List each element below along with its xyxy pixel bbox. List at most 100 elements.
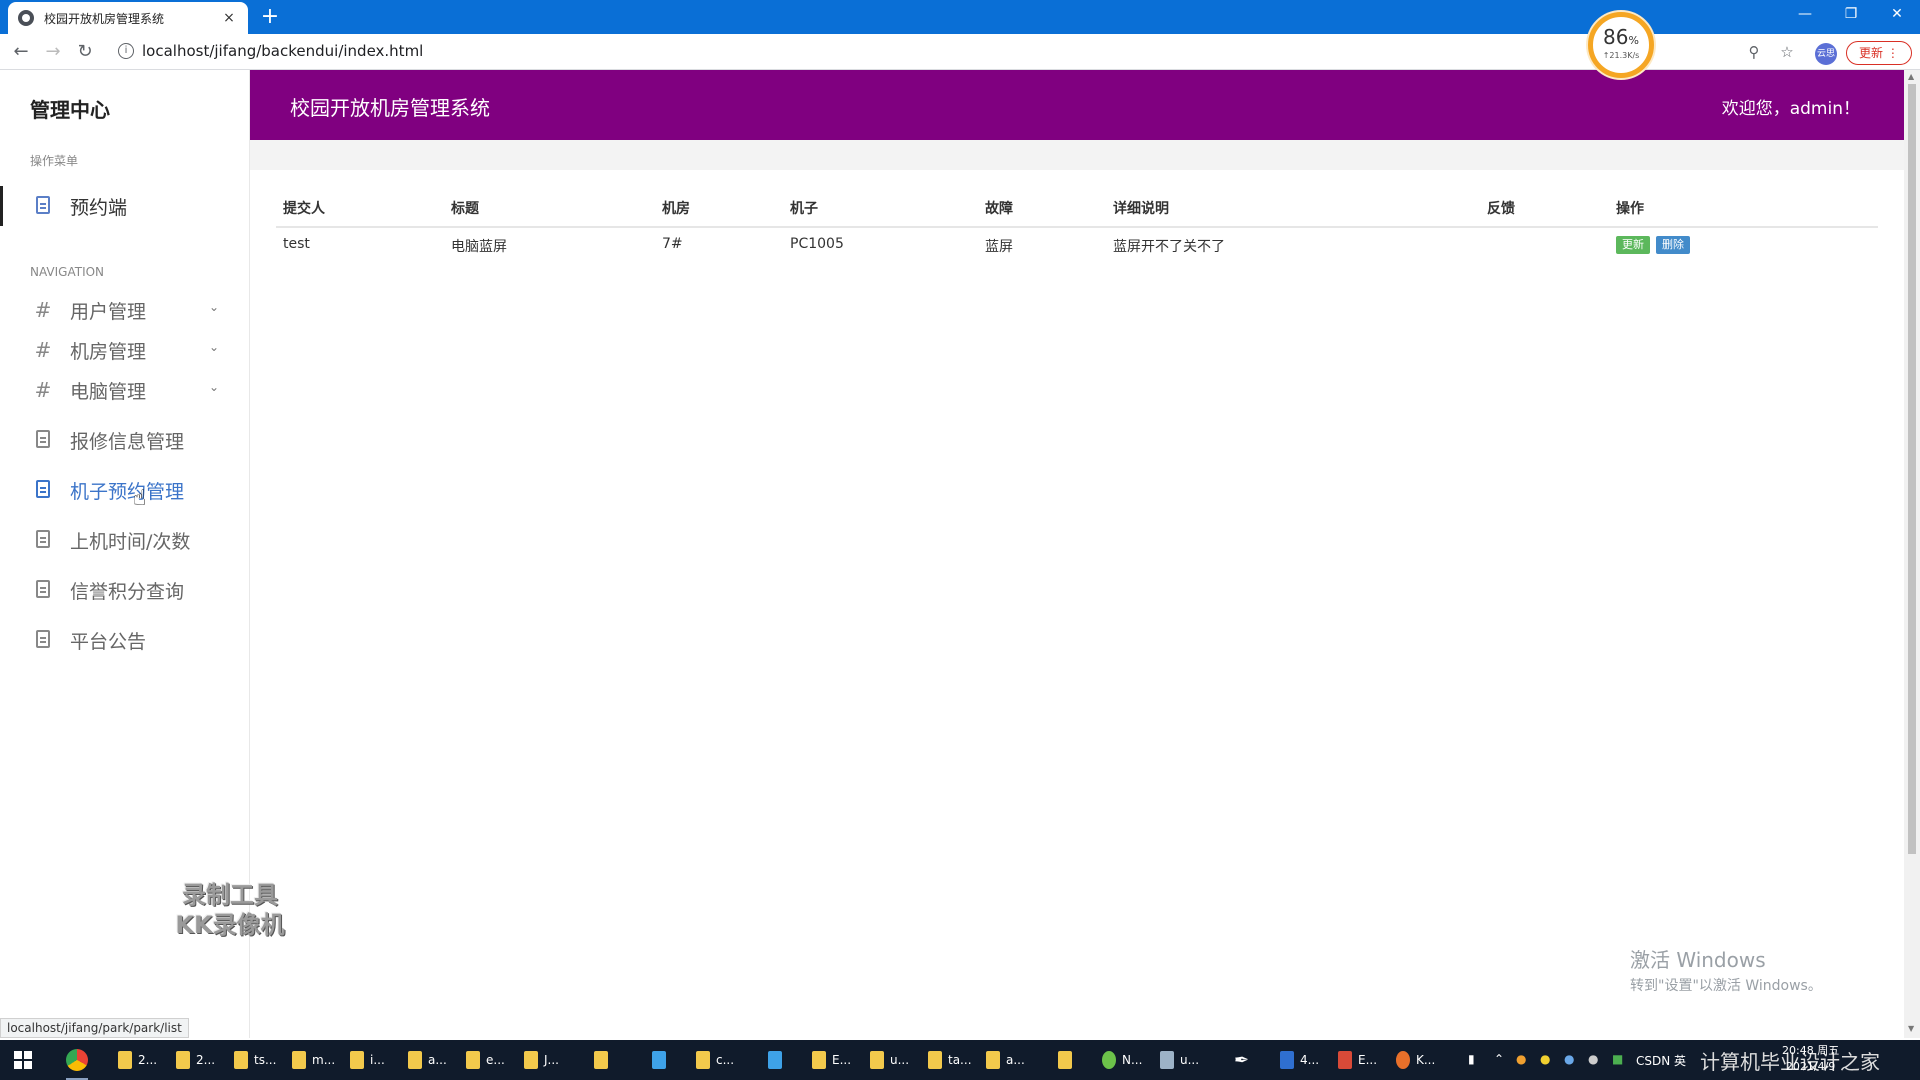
tray-app-icon[interactable]: ● bbox=[1516, 1052, 1526, 1066]
taskbar-item[interactable]: m... bbox=[292, 1040, 335, 1080]
close-window-icon[interactable]: ✕ bbox=[1874, 0, 1920, 30]
minimize-icon[interactable]: — bbox=[1782, 0, 1828, 30]
welcome-text: 欢迎您，admin！ bbox=[1721, 99, 1860, 119]
folder-icon bbox=[234, 1051, 248, 1069]
sidebar-item-label: 机房管理 bbox=[70, 340, 147, 363]
column-header: 机子 bbox=[790, 201, 818, 217]
system-clock[interactable]: 20:48 周五 2021/4/9 bbox=[1782, 1043, 1839, 1075]
speed-rate: ↑21.3K/s bbox=[1602, 51, 1640, 60]
watermark-line1: 录制工具 bbox=[182, 881, 278, 909]
taskbar-item[interactable]: N... bbox=[1102, 1040, 1142, 1080]
taskbar-item[interactable]: E... bbox=[812, 1040, 851, 1080]
sidebar-item-label: 预约端 bbox=[70, 196, 128, 219]
cell-detail: 蓝屏开不了关不了 bbox=[1113, 239, 1225, 255]
file-icon bbox=[34, 580, 52, 600]
folder-icon bbox=[524, 1051, 538, 1069]
taskbar-item[interactable]: i... bbox=[350, 1040, 385, 1080]
windows-start-icon[interactable] bbox=[14, 1051, 32, 1069]
star-icon[interactable]: ☆ bbox=[1778, 43, 1796, 61]
hand-cursor-icon: ☝ bbox=[133, 486, 147, 511]
sidebar-group-users[interactable]: # 用户管理 ⌄ bbox=[0, 290, 249, 330]
taskbar-item[interactable]: u... bbox=[870, 1040, 909, 1080]
taskbar-item[interactable] bbox=[768, 1040, 788, 1080]
taskbar-item[interactable]: J... bbox=[524, 1040, 559, 1080]
sidebar-item-usage-time[interactable]: 上机时间/次数 bbox=[0, 520, 249, 560]
new-tab-button[interactable]: + bbox=[258, 4, 282, 30]
folder-icon bbox=[408, 1051, 422, 1069]
folder-icon bbox=[870, 1051, 884, 1069]
url-field[interactable]: localhost/jifang/backendui/index.html bbox=[142, 42, 423, 60]
folder-icon bbox=[594, 1051, 608, 1069]
taskbar-item-label: J... bbox=[544, 1053, 559, 1067]
sidebar-item-booking[interactable]: 预约端 bbox=[0, 186, 249, 226]
scrollbar-thumb[interactable] bbox=[1908, 84, 1916, 854]
tray-app-icon[interactable]: ■ bbox=[1612, 1052, 1623, 1066]
taskbar-item[interactable]: K... bbox=[1396, 1040, 1435, 1080]
back-arrow-icon[interactable]: ← bbox=[8, 40, 34, 64]
folder-icon bbox=[292, 1051, 306, 1069]
key-icon[interactable]: ⚲ bbox=[1745, 43, 1763, 61]
tab-close-icon[interactable]: × bbox=[220, 10, 238, 26]
sidebar-item-label: 用户管理 bbox=[70, 300, 147, 323]
taskbar-item[interactable] bbox=[1058, 1040, 1078, 1080]
scroll-down-icon[interactable]: ▼ bbox=[1908, 1024, 1914, 1033]
clock-date: 2021/4/9 bbox=[1785, 1060, 1836, 1073]
chevron-down-icon: ⌄ bbox=[208, 340, 219, 354]
chevron-up-icon[interactable]: ⌃ bbox=[1494, 1052, 1504, 1066]
column-header: 提交人 bbox=[283, 201, 325, 217]
folder-icon bbox=[812, 1051, 826, 1069]
profile-avatar[interactable]: 云思 bbox=[1815, 43, 1837, 65]
taskbar-item-label: 2... bbox=[196, 1053, 216, 1067]
taskbar-item[interactable]: E... bbox=[1338, 1040, 1377, 1080]
sidebar-item-credit[interactable]: 信誉积分查询 bbox=[0, 570, 249, 610]
cell-machine: PC1005 bbox=[790, 236, 844, 252]
tray-app-icon[interactable]: ● bbox=[1540, 1052, 1550, 1066]
taskbar-item[interactable] bbox=[652, 1040, 672, 1080]
column-header: 反馈 bbox=[1487, 201, 1515, 217]
taskbar-item-label: e... bbox=[486, 1053, 505, 1067]
hash-icon: # bbox=[34, 378, 52, 402]
sidebar-group-rooms[interactable]: # 机房管理 ⌄ bbox=[0, 330, 249, 370]
hash-icon: # bbox=[34, 338, 52, 362]
taskbar-item[interactable]: a... bbox=[408, 1040, 447, 1080]
taskbar-item[interactable]: c... bbox=[696, 1040, 734, 1080]
tray-app-icon[interactable]: ● bbox=[1564, 1052, 1574, 1066]
scroll-up-icon[interactable]: ▲ bbox=[1908, 72, 1914, 81]
update-button[interactable]: 更新 bbox=[1616, 236, 1650, 254]
site-info-icon[interactable]: i bbox=[118, 43, 134, 59]
taskbar-item[interactable]: 2... bbox=[118, 1040, 157, 1080]
folder-icon bbox=[118, 1051, 132, 1069]
taskbar-chrome[interactable] bbox=[66, 1040, 88, 1080]
activate-subtitle: 转到"设置"以激活 Windows。 bbox=[1630, 978, 1822, 994]
taskbar-item[interactable]: u... bbox=[1160, 1040, 1199, 1080]
reload-icon[interactable]: ↻ bbox=[72, 40, 98, 64]
taskbar-item[interactable]: a... bbox=[986, 1040, 1025, 1080]
taskbar-item[interactable]: ✒ bbox=[1234, 1040, 1249, 1080]
tray-app-icon[interactable]: ● bbox=[1588, 1052, 1598, 1066]
restore-icon[interactable]: ❐ bbox=[1828, 0, 1874, 30]
sidebar-item-announcement[interactable]: 平台公告 bbox=[0, 620, 249, 660]
taskbar-item[interactable]: ta... bbox=[928, 1040, 972, 1080]
speed-percent: 86 bbox=[1603, 25, 1629, 49]
tab-title: 校园开放机房管理系统 bbox=[44, 11, 165, 26]
sidebar-item-repair[interactable]: 报修信息管理 bbox=[0, 420, 249, 460]
sidebar-group-computers[interactable]: # 电脑管理 ⌄ bbox=[0, 370, 249, 410]
file-icon bbox=[34, 196, 52, 216]
cell-room: 7# bbox=[662, 236, 683, 252]
recorder-watermark: 录制工具 KK录像机 bbox=[160, 880, 300, 940]
browser-tab[interactable]: 校园开放机房管理系统 × bbox=[8, 2, 248, 34]
delete-button[interactable]: 删除 bbox=[1656, 236, 1690, 254]
taskbar-item[interactable]: 2... bbox=[176, 1040, 215, 1080]
taskbar-item[interactable]: ts... bbox=[234, 1040, 276, 1080]
battery-icon[interactable]: ▮ bbox=[1468, 1052, 1475, 1066]
taskbar-item[interactable]: 4... bbox=[1280, 1040, 1319, 1080]
taskbar-item[interactable] bbox=[594, 1040, 614, 1080]
sidebar-item-machine-booking[interactable]: 机子预约管理 bbox=[0, 470, 249, 510]
hash-icon: # bbox=[34, 298, 52, 322]
tray-text: CSDN 英 bbox=[1636, 1054, 1687, 1068]
page-scrollbar[interactable]: ▲ ▼ bbox=[1904, 70, 1920, 1038]
taskbar-item[interactable]: e... bbox=[466, 1040, 505, 1080]
taskbar-item-label: u... bbox=[1180, 1053, 1200, 1067]
browser-update-button[interactable]: 更新 ⋮ bbox=[1846, 41, 1912, 65]
forward-arrow-icon[interactable]: → bbox=[40, 40, 66, 64]
